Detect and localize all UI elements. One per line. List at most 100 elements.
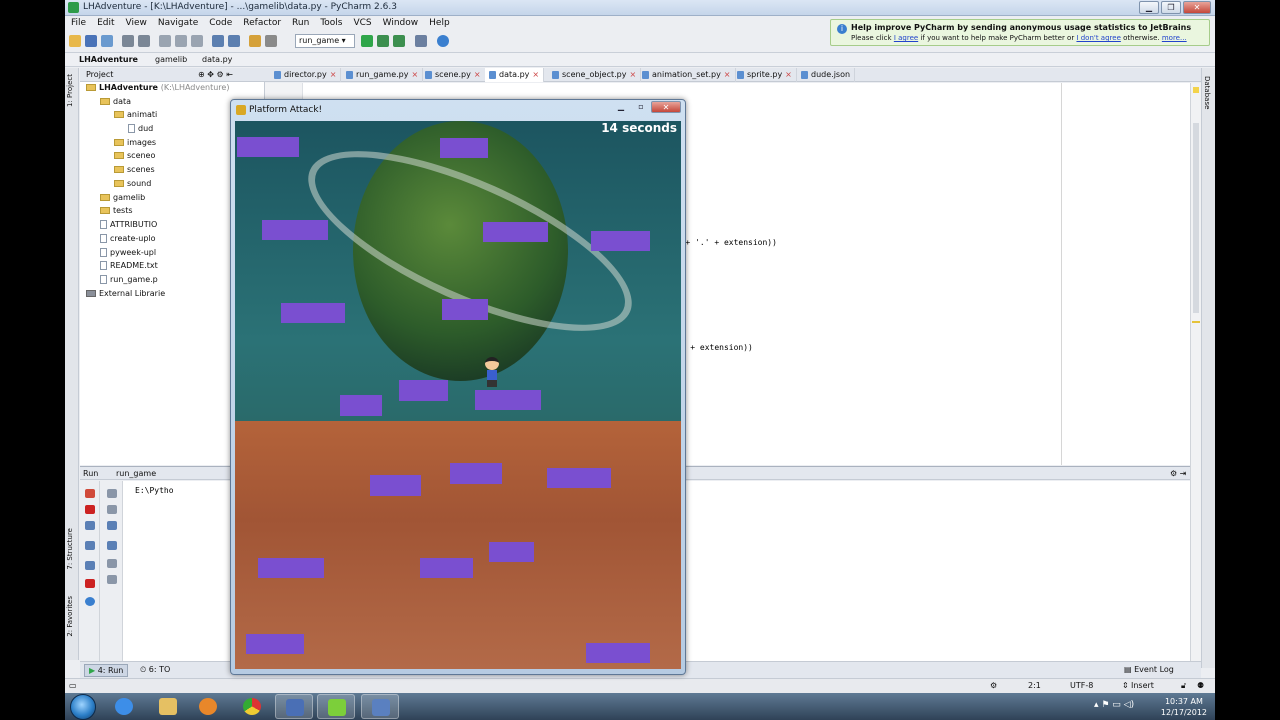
tab-close-icon[interactable]: × [630, 70, 637, 79]
menu-window[interactable]: Window [377, 16, 424, 28]
favorites-tool-tab[interactable]: 2: Favorites [66, 596, 74, 637]
tree-root[interactable]: LHAdventure (K:\LHAdventure) [86, 83, 229, 96]
menu-vcs[interactable]: VCS [347, 16, 376, 28]
editor-scrollbar[interactable] [1193, 123, 1199, 313]
taskbar-pycharm[interactable] [317, 694, 355, 719]
back-icon[interactable] [249, 35, 261, 47]
tree-item-gamelib[interactable]: gamelib [100, 193, 145, 206]
scroll-down-icon[interactable] [107, 505, 117, 514]
tab-scene[interactable]: scene.py × [421, 68, 486, 82]
insert-mode[interactable]: Insert [1131, 681, 1154, 690]
pin-icon[interactable] [85, 561, 95, 570]
replace-icon[interactable] [228, 35, 240, 47]
scroll-up-icon[interactable] [107, 489, 117, 498]
open-icon[interactable] [69, 35, 81, 47]
help-run-icon[interactable] [85, 597, 95, 606]
game-canvas[interactable]: 14 seconds [235, 121, 681, 669]
start-button[interactable] [70, 694, 96, 720]
menu-view[interactable]: View [120, 16, 152, 28]
tree-item-attribution[interactable]: ATTRIBUTIO [100, 220, 157, 233]
tab-dude-json[interactable]: dude.json [797, 68, 856, 82]
pause-icon[interactable] [85, 521, 95, 530]
project-toolbar-icons[interactable]: ⊕ ✥ ⚙ ⇤ [198, 70, 233, 79]
project-panel-title[interactable]: Project [86, 70, 113, 79]
taskbar-chrome[interactable] [233, 694, 271, 719]
breadcrumb-project[interactable]: LHAdventure [79, 55, 138, 64]
print-icon[interactable] [107, 559, 117, 568]
breadcrumb-gamelib[interactable]: gamelib [155, 55, 187, 64]
warning-marker-icon[interactable] [1193, 87, 1199, 93]
clock[interactable]: 10:37 AM 12/17/2012 [1161, 696, 1207, 718]
run-panel-settings-icon[interactable]: ⚙ ⇥ [1170, 469, 1186, 478]
inspector-icon[interactable]: ⚉ [1197, 681, 1204, 690]
minimize-button[interactable]: ▁ [1139, 1, 1159, 14]
tab-close-icon[interactable]: × [474, 70, 481, 79]
caret-position[interactable]: 2:1 [1028, 681, 1041, 690]
tab-close-icon[interactable]: × [785, 70, 792, 79]
tree-item-sceneobjects[interactable]: sceneo [114, 151, 155, 164]
breadcrumb-file[interactable]: data.py [202, 55, 232, 64]
run-tool-tab[interactable]: ▶ 4: Run [84, 664, 129, 677]
taskbar-game[interactable] [361, 694, 399, 719]
tab-close-icon[interactable]: × [724, 70, 731, 79]
menu-run[interactable]: Run [286, 16, 314, 28]
menu-navigate[interactable]: Navigate [152, 16, 203, 28]
status-toggle-icon[interactable]: ▭ [69, 681, 77, 690]
project-tool-tab[interactable]: 1: Project [66, 74, 74, 107]
tree-item-readme[interactable]: README.txt [100, 261, 158, 274]
close-run-icon[interactable] [85, 579, 95, 588]
menu-edit[interactable]: Edit [91, 16, 119, 28]
tab-director[interactable]: director.py × [270, 68, 342, 82]
game-window[interactable]: Platform Attack! ▁ ▫ ✕ 14 seconds [230, 99, 686, 675]
close-button[interactable]: ✕ [1183, 1, 1211, 14]
todo-tool-tab[interactable]: ⏲ 6: TO [136, 664, 174, 677]
soft-wrap-icon[interactable] [107, 521, 117, 530]
agree-link[interactable]: I agree [894, 34, 918, 42]
maximize-button[interactable]: ❐ [1161, 1, 1181, 14]
run-icon[interactable] [361, 35, 373, 47]
tree-item-animations[interactable]: animati [114, 110, 157, 123]
menu-code[interactable]: Code [203, 16, 237, 28]
structure-tool-tab[interactable]: 7: Structure [66, 528, 74, 570]
tab-animation-set[interactable]: animation_set.py × [638, 68, 736, 82]
tree-item-run-game[interactable]: run_game.p [100, 275, 158, 288]
database-tool-tab[interactable]: Database [1203, 76, 1211, 109]
run-config-select[interactable]: run_game ▾ [295, 34, 355, 48]
save-icon[interactable] [85, 35, 97, 47]
tab-scene-object[interactable]: scene_object.py × [548, 68, 642, 82]
game-close-button[interactable]: ✕ [651, 101, 681, 113]
scroll-to-end-icon[interactable] [107, 541, 117, 550]
menu-help[interactable]: Help [423, 16, 455, 28]
tab-close-icon[interactable]: × [532, 70, 539, 79]
stop-icon[interactable] [85, 505, 95, 514]
file-encoding[interactable]: UTF-8 [1070, 681, 1093, 690]
paste-icon[interactable] [191, 35, 203, 47]
help-icon[interactable] [437, 35, 449, 47]
taskbar-media-player[interactable] [189, 694, 227, 719]
redo-icon[interactable] [138, 35, 150, 47]
tree-item-sound[interactable]: sound [114, 179, 151, 192]
tree-item-external-libraries[interactable]: External Librarie [86, 289, 165, 302]
tab-data[interactable]: data.py × [485, 68, 545, 82]
copy-icon[interactable] [175, 35, 187, 47]
forward-icon[interactable] [265, 35, 277, 47]
warning-marker-icon[interactable] [1192, 321, 1200, 323]
tree-item-pyweek-upload[interactable]: pyweek-upl [100, 248, 156, 261]
tree-item-create-upload[interactable]: create-uplo [100, 234, 156, 247]
game-minimize-button[interactable]: ▁ [611, 101, 631, 114]
sync-icon[interactable] [101, 35, 113, 47]
taskbar-ie[interactable] [105, 694, 143, 719]
find-icon[interactable] [212, 35, 224, 47]
rerun-icon[interactable] [85, 489, 95, 498]
tab-sprite[interactable]: sprite.py × [733, 68, 797, 82]
tree-item-scenes[interactable]: scenes [114, 165, 155, 178]
cut-icon[interactable] [159, 35, 171, 47]
menu-tools[interactable]: Tools [314, 16, 347, 28]
tab-run-game[interactable]: run_game.py × [342, 68, 424, 82]
tray-icons[interactable]: ▴ ⚑ ▭ ◁) [1094, 700, 1134, 710]
settings-icon[interactable] [415, 35, 427, 47]
taskbar-explorer[interactable] [149, 694, 187, 719]
game-maximize-button[interactable]: ▫ [631, 101, 651, 114]
tree-item-dude[interactable]: dud [128, 124, 153, 137]
run-panel-config[interactable]: run_game [116, 469, 156, 478]
